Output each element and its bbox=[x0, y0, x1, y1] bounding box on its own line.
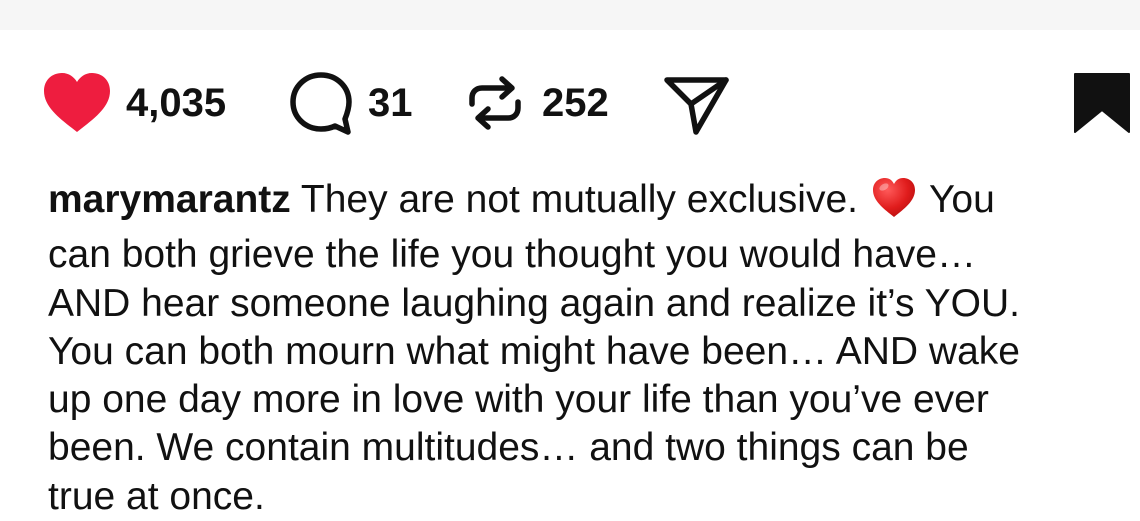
repost-count: 252 bbox=[542, 81, 609, 125]
like-button[interactable]: 4,035 bbox=[42, 68, 226, 138]
repost-button[interactable]: 252 bbox=[462, 68, 609, 138]
caption-line: true at once. bbox=[48, 474, 265, 518]
post-caption: marymarantz They are not mutually exclus… bbox=[48, 176, 1128, 521]
comment-button[interactable]: 31 bbox=[288, 68, 413, 138]
heart-icon[interactable] bbox=[42, 72, 112, 134]
bookmark-icon[interactable] bbox=[1073, 72, 1131, 134]
caption-line: been. We contain multitudes… and two thi… bbox=[48, 426, 969, 470]
caption-line: marymarantz They are not mutually exclus… bbox=[48, 176, 1128, 231]
save-button[interactable] bbox=[1073, 68, 1131, 138]
post-actions-bar: 4,035 31 252 bbox=[42, 68, 1132, 138]
caption-text: They are not mutually exclusive. bbox=[290, 178, 869, 221]
caption-line: You can both mourn what might have been…… bbox=[48, 329, 1020, 373]
share-button[interactable] bbox=[662, 68, 732, 138]
caption-line: AND hear someone laughing again and real… bbox=[48, 281, 1020, 325]
top-strip bbox=[0, 0, 1140, 30]
comment-icon[interactable] bbox=[288, 70, 354, 136]
comment-count: 31 bbox=[368, 81, 413, 125]
caption-line: up one day more in love with your life t… bbox=[48, 378, 989, 422]
caption-username[interactable]: marymarantz bbox=[48, 178, 291, 221]
like-count: 4,035 bbox=[126, 81, 227, 125]
caption-line: can both grieve the life you thought you… bbox=[48, 233, 976, 277]
share-icon[interactable] bbox=[662, 70, 732, 136]
caption-text: You bbox=[918, 178, 995, 221]
repost-icon[interactable] bbox=[462, 70, 528, 136]
red-heart-emoji-icon bbox=[871, 177, 917, 231]
